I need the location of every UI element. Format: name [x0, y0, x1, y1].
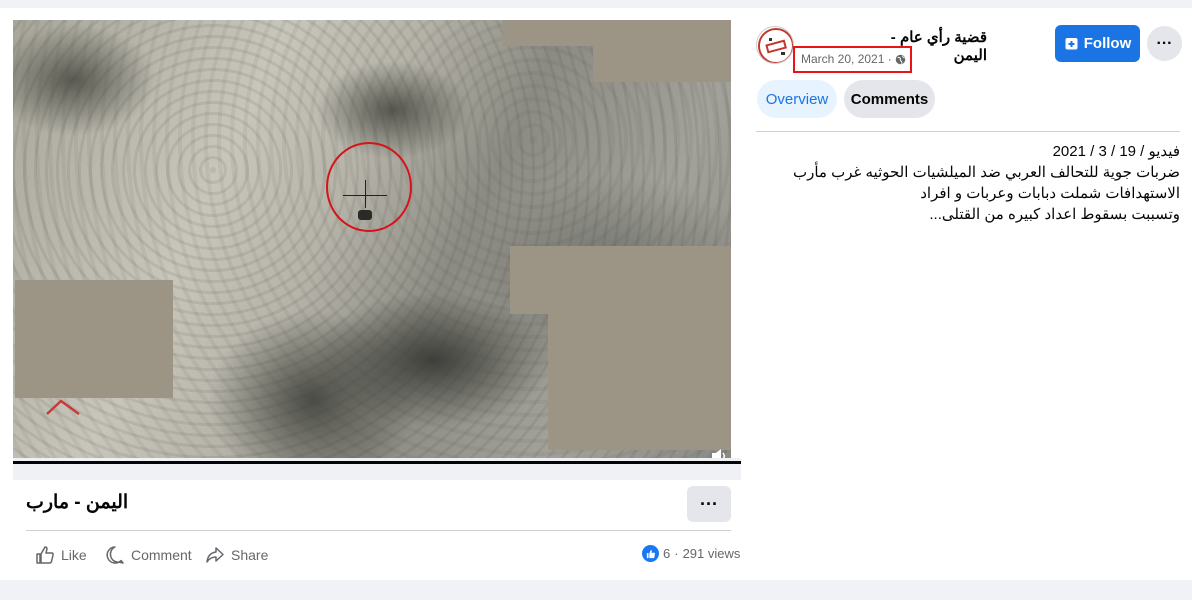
avatar[interactable] — [756, 26, 794, 64]
share-arrow-icon — [206, 547, 224, 563]
globe-icon — [895, 54, 905, 64]
video-title: اليمن - مارب — [26, 492, 129, 513]
bottom-strip — [0, 580, 1192, 600]
top-strip — [0, 0, 1192, 8]
page-more-button[interactable]: ··· — [1147, 26, 1182, 61]
description-line: وتسببت بسقوط اعداد كبيره من القتلى... — [929, 206, 1180, 223]
description-line: ضربات جوية للتحالف العربي ضد الميلشيات ا… — [792, 164, 1180, 181]
volume-icon[interactable] — [710, 448, 728, 458]
crosshair-icon — [365, 180, 366, 208]
follow-button[interactable]: Follow — [1055, 25, 1140, 62]
video-player[interactable] — [13, 20, 731, 458]
red-triangle-mark — [46, 399, 80, 416]
page-logo — [758, 28, 793, 63]
video-progress-bar[interactable] — [13, 461, 741, 464]
stats-separator: · — [674, 546, 679, 561]
comment-label: Comment — [131, 547, 192, 563]
blurred-region — [548, 314, 731, 450]
like-button[interactable]: Like — [35, 544, 87, 566]
vehicle-target — [358, 210, 372, 220]
description-line: فيديو / 19 / 3 / 2021 — [1052, 143, 1180, 160]
thumbs-up-icon — [646, 549, 655, 558]
description-line: الاستهدافات شملت دبابات وعربات و افراد — [920, 185, 1180, 202]
speech-bubble-icon — [106, 546, 124, 564]
reaction-count[interactable]: 6 — [663, 546, 670, 561]
thumbs-up-icon — [36, 546, 54, 564]
post-view: اليمن - مارب ··· Like Comment Share 6 · … — [0, 0, 1192, 600]
video-more-button[interactable]: ··· — [687, 486, 731, 522]
share-label: Share — [231, 547, 269, 563]
post-date[interactable]: March 20, 2021 · — [801, 52, 906, 66]
tab-comments[interactable]: Comments — [844, 80, 935, 118]
blurred-region — [593, 46, 731, 82]
post-date-label: March 20, 2021 · — [801, 52, 892, 66]
blurred-region — [15, 280, 173, 398]
post-description: فيديو / 19 / 3 / 2021 ضربات جوية للتحالف… — [792, 141, 1180, 225]
follow-page-icon — [1065, 38, 1078, 50]
blurred-region — [510, 246, 731, 314]
follow-label: Follow — [1083, 35, 1132, 52]
like-reaction-icon[interactable] — [642, 545, 659, 562]
share-button[interactable]: Share — [205, 544, 268, 566]
view-count: 291 views — [682, 546, 741, 561]
comment-button[interactable]: Comment — [105, 544, 192, 566]
tab-overview[interactable]: Overview — [757, 80, 837, 118]
divider — [26, 530, 731, 531]
post-stats: 6 · 291 views — [642, 545, 740, 562]
blurred-region — [503, 20, 731, 46]
like-label: Like — [61, 547, 87, 563]
divider — [756, 131, 1180, 132]
